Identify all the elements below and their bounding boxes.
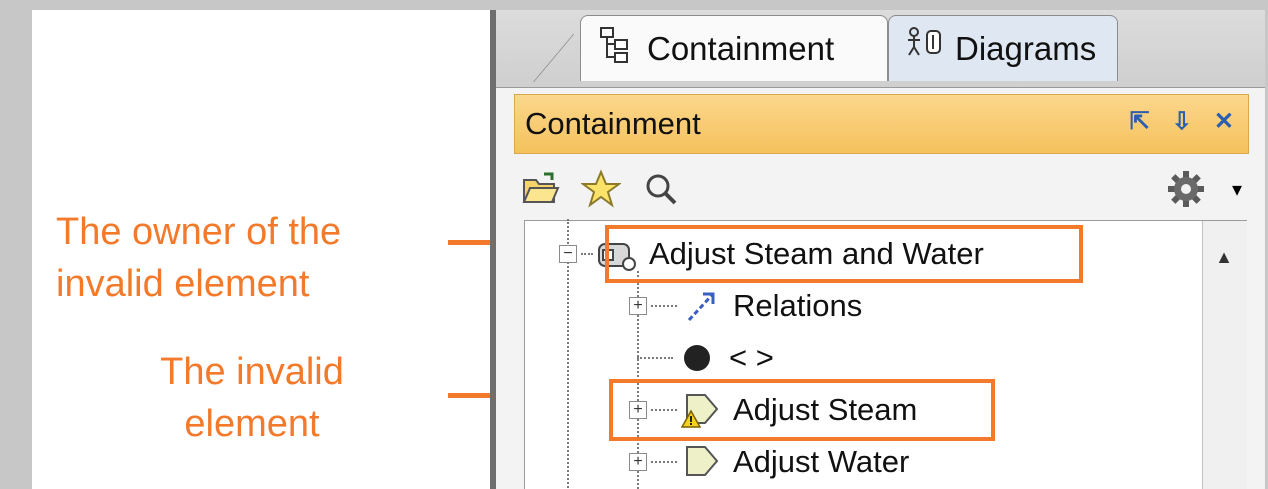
tree-row[interactable]: < > (629, 333, 774, 383)
dropdown-icon[interactable]: ▾ (1225, 168, 1249, 210)
containment-panel: Containment ⇱ ⇩ ✕ ▾ − Adjust Steam and W… (496, 87, 1265, 489)
invalid-callout: The invalid element (102, 346, 402, 450)
float-window-icon[interactable]: ⇱ (1130, 107, 1150, 136)
pin-icon[interactable]: ⇩ (1172, 107, 1192, 136)
panel-toolbar: ▾ (514, 158, 1249, 220)
tab-containment[interactable]: Containment (580, 15, 888, 81)
invalid-callout-line2: element (184, 403, 320, 445)
diagrams-icon (905, 25, 945, 73)
panel-title: Containment (525, 106, 701, 141)
collapse-toggle[interactable]: − (559, 245, 577, 263)
containment-tree-icon (597, 25, 637, 73)
star-icon[interactable] (580, 168, 622, 210)
action-icon (681, 444, 721, 480)
tree-item-label: < > (729, 340, 774, 375)
tree-item-label: Relations (733, 288, 863, 323)
containment-tree: − Adjust Steam and Water + Relations < >… (524, 219, 1247, 489)
owner-callout: The owner of the invalid element (56, 206, 456, 310)
tree-scrollbar[interactable]: ▲ (1202, 221, 1247, 489)
close-icon[interactable]: ✕ (1214, 107, 1234, 136)
tree-row[interactable]: + Relations (629, 281, 862, 331)
tab-diagrams-label: Diagrams (955, 29, 1097, 67)
invalid-callout-line1: The invalid (160, 351, 344, 393)
search-icon[interactable] (640, 168, 682, 210)
relations-icon (681, 288, 721, 324)
owner-highlight-box (605, 225, 1083, 283)
scroll-up-icon[interactable]: ▲ (1215, 247, 1233, 268)
tab-bar: Containment Diagrams (496, 10, 1265, 87)
screenshot-canvas: The owner of the invalid element The inv… (32, 10, 1265, 489)
expand-toggle[interactable]: + (629, 297, 647, 315)
panel-title-bar: Containment ⇱ ⇩ ✕ (514, 94, 1249, 154)
open-folder-icon[interactable] (520, 168, 562, 210)
initial-node-icon (677, 340, 717, 376)
expand-toggle[interactable]: + (629, 453, 647, 471)
tab-containment-label: Containment (647, 29, 835, 67)
owner-callout-line2: invalid element (56, 263, 310, 305)
gear-icon[interactable] (1165, 168, 1207, 210)
tab-diagrams[interactable]: Diagrams (888, 15, 1118, 81)
owner-callout-line1: The owner of the (56, 211, 342, 253)
invalid-highlight-box (609, 379, 995, 441)
tree-item-label: Adjust Water (733, 444, 910, 479)
tree-row[interactable]: + Adjust Water (629, 437, 909, 487)
